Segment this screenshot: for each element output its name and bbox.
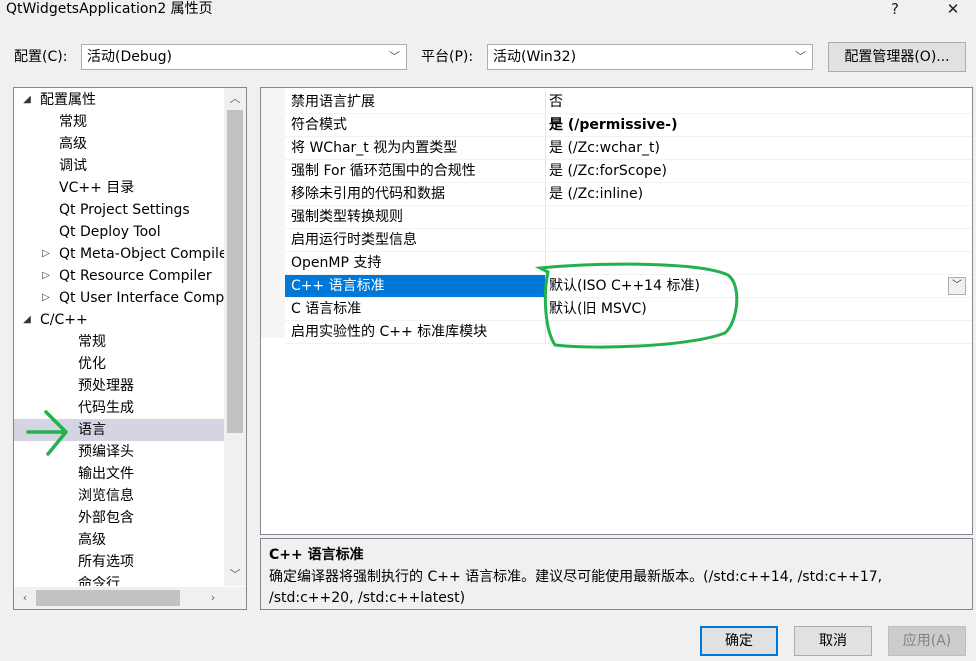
description-title: C++ 语言标准	[269, 547, 364, 563]
annotation-arrow	[26, 410, 68, 456]
apply-button[interactable]: 应用(A)	[888, 626, 966, 656]
ok-button[interactable]: 确定	[700, 626, 778, 656]
description-text: 确定编译器将强制执行的 C++ 语言标准。建议尽可能使用最新版本。(/std:c…	[269, 569, 883, 606]
annotation-circle	[534, 262, 739, 349]
cancel-button[interactable]: 取消	[794, 626, 872, 656]
description-pane: C++ 语言标准 确定编译器将强制执行的 C++ 语言标准。建议尽可能使用最新版…	[260, 538, 973, 610]
